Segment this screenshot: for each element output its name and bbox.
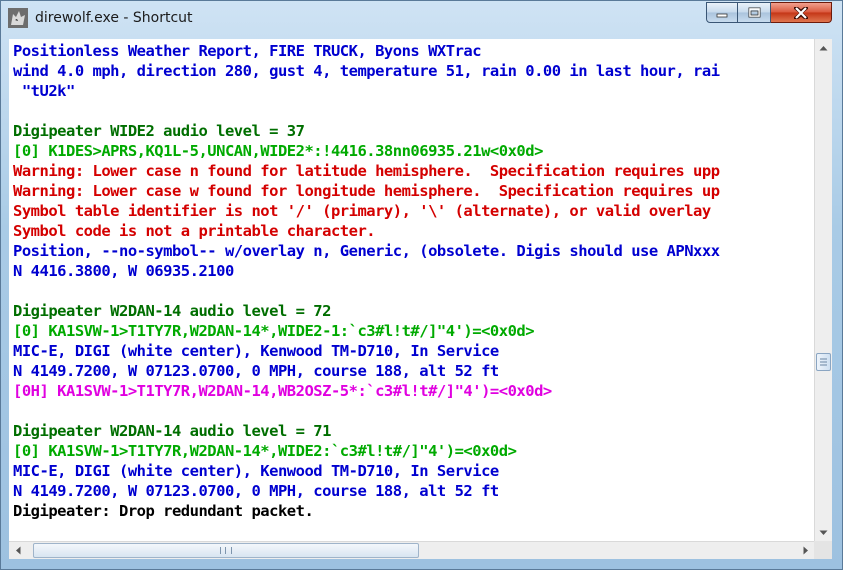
console-line: MIC-E, DIGI (white center), Kenwood TM-D… [13,462,499,480]
console-line: [0] KA1SVW-1>T1TY7R,W2DAN-14*,WIDE2:`c3#… [13,442,517,460]
console-line: [0] KA1SVW-1>T1TY7R,W2DAN-14*,WIDE2-1:`c… [13,322,535,340]
maximize-icon [748,7,760,18]
grip-icon [220,547,232,554]
console-line: Digipeater W2DAN-14 audio level = 72 [13,302,331,320]
console-line: Symbol table identifier is not '/' (prim… [13,202,711,220]
console-line: MIC-E, DIGI (white center), Kenwood TM-D… [13,342,499,360]
grip-icon [820,358,827,366]
console-line: Digipeater WIDE2 audio level = 37 [13,122,305,140]
scrollbar-corner [814,541,832,559]
wolf-app-icon [8,8,28,28]
console-line: Position, --no-symbol-- w/overlay n, Gen… [13,242,720,260]
console-line: Symbol code is not a printable character… [13,222,376,240]
console-window: direwolf.exe - Shortcut Positionless Wea… [0,0,843,570]
arrow-right-icon [803,546,808,555]
horizontal-scrollbar[interactable] [9,541,814,559]
console-line: Digipeater: Drop redundant packet. [13,502,314,520]
console-line: wind 4.0 mph, direction 280, gust 4, tem… [13,62,720,80]
console-line: "tU2k" [13,82,75,100]
console-line: Warning: Lower case n found for latitude… [13,162,720,180]
horizontal-scroll-thumb[interactable] [33,543,419,558]
minimize-icon [716,13,728,17]
arrow-left-icon [15,546,20,555]
scroll-right-button[interactable] [797,542,814,559]
console-output[interactable]: Positionless Weather Report, FIRE TRUCK,… [9,39,814,541]
close-icon [794,6,808,19]
console-line: Warning: Lower case w found for longitud… [13,182,720,200]
console-line: Digipeater W2DAN-14 audio level = 71 [13,422,331,440]
console-line: N 4149.7200, W 07123.0700, 0 MPH, course… [13,362,499,380]
vertical-scroll-thumb[interactable] [816,353,831,371]
console-line: [0] K1DES>APRS,KQ1L-5,UNCAN,WIDE2*:!4416… [13,142,543,160]
maximize-button[interactable] [738,2,771,23]
console-line: N 4416.3800, W 06935.2100 [13,262,234,280]
arrow-up-icon [819,45,828,50]
scroll-up-button[interactable] [815,39,832,56]
vertical-scrollbar[interactable] [814,39,832,541]
console-line: N 4149.7200, W 07123.0700, 0 MPH, course… [13,482,499,500]
scroll-down-button[interactable] [815,524,832,541]
scroll-left-button[interactable] [9,542,26,559]
console-line: Positionless Weather Report, FIRE TRUCK,… [13,42,482,60]
title-bar[interactable]: direwolf.exe - Shortcut [1,1,842,36]
window-title: direwolf.exe - Shortcut [35,10,193,26]
arrow-down-icon [819,530,828,535]
minimize-button[interactable] [706,2,738,23]
console-line: [0H] KA1SVW-1>T1TY7R,W2DAN-14,WB2OSZ-5*:… [13,382,552,400]
close-button[interactable] [771,2,832,23]
